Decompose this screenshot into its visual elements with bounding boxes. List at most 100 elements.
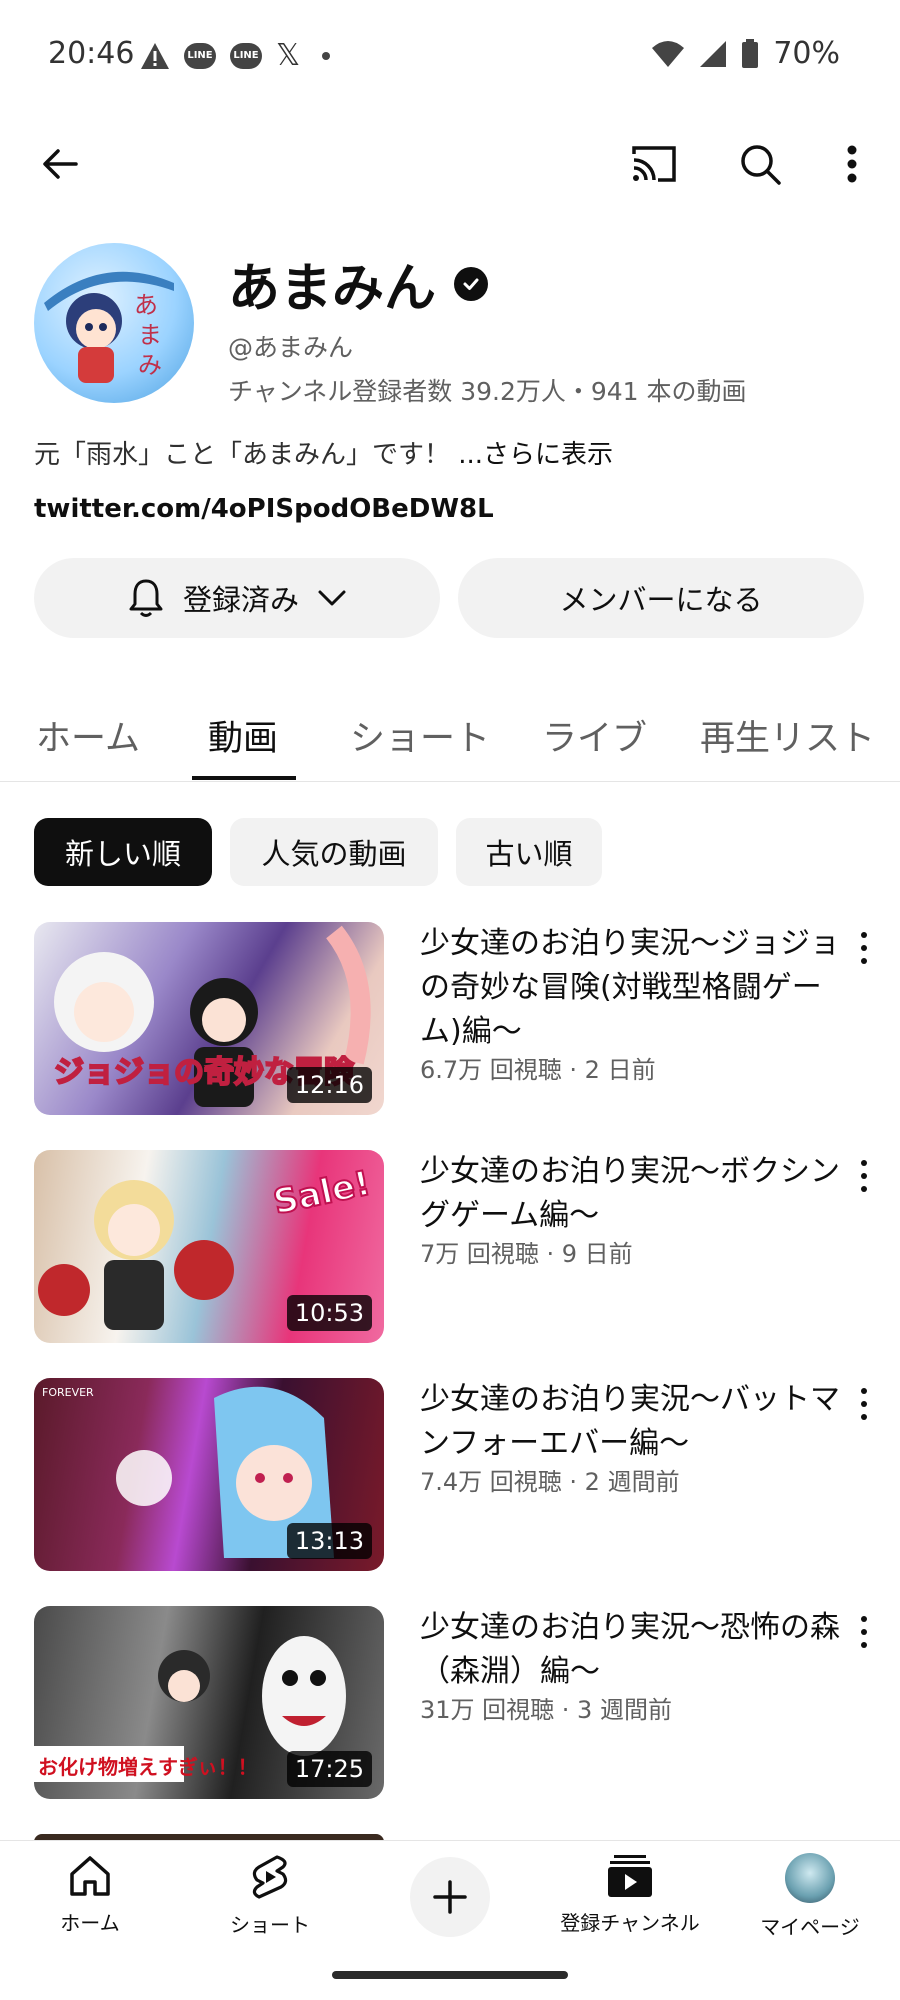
warning-icon <box>141 42 169 69</box>
line-icon-2: LINE <box>230 42 262 69</box>
video-info[interactable]: 少女達のお泊り実況〜恐怖の森（森淵）編〜 31万 回視聴 · 3 週間前 <box>420 1606 840 1726</box>
subscriptions-icon <box>608 1855 652 1897</box>
svg-text:ま: ま <box>138 321 162 349</box>
video-more-button[interactable] <box>852 1612 876 1652</box>
channel-handle: @あまみん <box>228 333 354 362</box>
video-info[interactable]: 少女達のお泊り実況〜バットマンフォーエバー編〜 7.4万 回視聴 · 2 週間前 <box>420 1378 840 1498</box>
system-indicators: 70% <box>651 36 840 71</box>
video-item[interactable]: FOREVER 13:13 少女達のお泊り実況〜バットマンフォーエバー編〜 7.… <box>0 1378 900 1578</box>
video-meta: 7万 回視聴 · 9 日前 <box>420 1240 633 1268</box>
nav-subscriptions-label: 登録チャンネル <box>560 1911 700 1935</box>
back-button[interactable] <box>28 132 92 196</box>
video-thumbnail[interactable]: お化け物増えすぎぃ！！ 17:25 <box>34 1606 384 1799</box>
more-vert-dot <box>861 1172 867 1179</box>
verified-icon <box>454 266 489 301</box>
channel-tabs: ホーム 動画 ショート ライブ 再生リスト <box>0 700 900 782</box>
video-item[interactable]: Sale! 10:53 少女達のお泊り実況〜ボクシングゲーム編〜 7万 回視聴 … <box>0 1150 900 1350</box>
video-duration: 17:25 <box>286 1751 372 1787</box>
channel-link[interactable]: twitter.com/4oPISpodOBeDW8L <box>34 494 494 524</box>
video-thumbnail[interactable]: FOREVER 13:13 <box>34 1378 384 1571</box>
video-duration: 13:13 <box>286 1523 372 1559</box>
video-title: 少女達のお泊り実況〜恐怖の森（森淵）編〜 <box>420 1610 840 1689</box>
cast-icon <box>632 146 676 182</box>
chevron-down-icon <box>318 590 346 606</box>
avatar-illustration: あ ま み <box>44 271 174 383</box>
more-vert-dot <box>861 1186 867 1193</box>
video-thumbnail[interactable]: Sale! 10:53 <box>34 1150 384 1343</box>
user-avatar <box>785 1853 835 1903</box>
thumb-caption: Sale! <box>270 1163 374 1222</box>
video-meta: 6.7万 回視聴 · 2 日前 <box>420 1056 656 1084</box>
tab-videos[interactable]: 動画 <box>208 710 278 761</box>
join-membership-label: メンバーになる <box>559 583 763 617</box>
video-duration: 10:53 <box>286 1295 372 1331</box>
active-tab-indicator <box>192 776 296 780</box>
battery-percent: 70% <box>773 36 840 71</box>
notification-icons: LINE LINE 𝕏 <box>140 38 331 73</box>
channel-description[interactable]: 元「雨水」こと「あまみん」です！ ...さらに表示 <box>34 434 613 471</box>
more-vert-dot <box>861 1414 867 1421</box>
more-vert-icon <box>861 931 867 938</box>
gesture-home-indicator <box>332 1971 568 1979</box>
more-vert-dot <box>861 1400 867 1407</box>
thumb-caption: お化け物増えすぎぃ！！ <box>38 1755 258 1779</box>
video-more-button[interactable] <box>852 928 876 968</box>
search-button[interactable] <box>728 132 792 196</box>
status-time: 20:46 <box>48 36 135 71</box>
line-icon: LINE <box>184 42 216 69</box>
more-options-button[interactable] <box>820 132 884 196</box>
chip-oldest[interactable]: 古い順 <box>456 818 602 886</box>
subscribed-label: 登録済み <box>182 583 299 617</box>
nav-shorts[interactable]: ショート <box>190 1853 350 1938</box>
video-duration: 12:16 <box>286 1067 372 1103</box>
x-icon: 𝕏 <box>276 38 301 73</box>
channel-name-row: あまみん <box>228 246 489 321</box>
bell-icon <box>129 579 163 617</box>
more-notifications-dot-icon <box>322 51 331 60</box>
cast-button[interactable] <box>622 132 686 196</box>
tab-shorts[interactable]: ショート <box>350 710 490 761</box>
chip-popular[interactable]: 人気の動画 <box>230 818 438 886</box>
nav-home-label: ホーム <box>60 1911 120 1935</box>
video-thumbnail[interactable]: ジョジョの奇妙な冒険 12:16 <box>34 922 384 1115</box>
nav-subscriptions[interactable]: 登録チャンネル <box>550 1853 710 1936</box>
battery-icon <box>742 38 759 68</box>
shorts-icon <box>252 1855 288 1899</box>
video-meta: 31万 回視聴 · 3 週間前 <box>420 1696 672 1724</box>
tab-home[interactable]: ホーム <box>36 710 140 761</box>
channel-name: あまみん <box>228 259 437 319</box>
video-title: 少女達のお泊り実況〜ボクシングゲーム編〜 <box>420 1154 840 1233</box>
description-text: 元「雨水」こと「あまみん」です！ <box>34 440 459 470</box>
video-title: 少女達のお泊り実況〜バットマンフォーエバー編〜 <box>420 1382 840 1461</box>
subscribed-button[interactable]: 登録済み <box>34 558 440 638</box>
video-more-button[interactable] <box>852 1384 876 1424</box>
plus-icon <box>433 1880 467 1914</box>
nav-home[interactable]: ホーム <box>10 1853 170 1936</box>
create-button[interactable] <box>410 1857 490 1937</box>
more-vert-dot <box>861 958 867 965</box>
more-vert-icon <box>861 1387 867 1394</box>
nav-mypage-label: マイページ <box>760 1915 860 1939</box>
join-membership-button[interactable]: メンバーになる <box>458 558 864 638</box>
video-item[interactable]: お化け物増えすぎぃ！！ 17:25 少女達のお泊り実況〜恐怖の森（森淵）編〜 3… <box>0 1606 900 1806</box>
nav-mypage[interactable]: マイページ <box>730 1853 890 1940</box>
show-more-link[interactable]: ...さらに表示 <box>458 440 613 470</box>
top-app-bar <box>0 130 900 220</box>
video-info[interactable]: 少女達のお泊り実況〜ジョジョの奇妙な冒険(対戦型格闘ゲーム)編〜 6.7万 回視… <box>420 922 840 1086</box>
more-vert-icon <box>861 1159 867 1166</box>
more-vert-icon <box>861 1615 867 1622</box>
search-icon <box>741 145 781 185</box>
more-vert-icon <box>847 145 857 183</box>
video-meta: 7.4万 回視聴 · 2 週間前 <box>420 1468 680 1496</box>
tab-live[interactable]: ライブ <box>542 710 647 761</box>
back-arrow-icon <box>43 149 78 179</box>
channel-avatar[interactable]: あ ま み <box>34 243 194 403</box>
tab-playlists[interactable]: 再生リスト <box>700 710 875 761</box>
thumb-caption: FOREVER <box>42 1386 94 1399</box>
video-info[interactable]: 少女達のお泊り実況〜ボクシングゲーム編〜 7万 回視聴 · 9 日前 <box>420 1150 840 1270</box>
wifi-icon <box>652 40 685 67</box>
chip-newest[interactable]: 新しい順 <box>34 818 212 886</box>
video-item[interactable]: ジョジョの奇妙な冒険 12:16 少女達のお泊り実況〜ジョジョの奇妙な冒険(対戦… <box>0 922 900 1122</box>
more-vert-dot <box>861 944 867 951</box>
video-more-button[interactable] <box>852 1156 876 1196</box>
